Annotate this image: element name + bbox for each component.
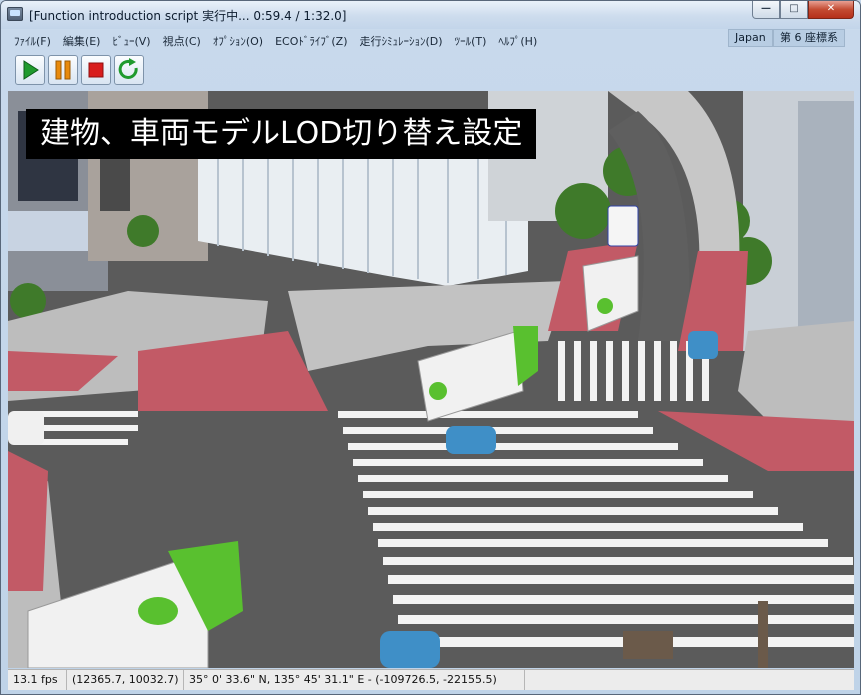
scene-render (8, 91, 854, 668)
menu-bar: ﾌｧｲﾙ(F) 編集(E) ﾋﾞｭｰ(V) 視点(C) ｵﾌﾟｼｮﾝ(O) EC… (9, 31, 544, 51)
coordinate-system-badge: 第 6 座標系 (773, 29, 845, 47)
fps-readout: 13.1 fps (8, 670, 67, 690)
loop-icon (118, 58, 138, 79)
region-badge: Japan (728, 29, 773, 47)
menu-tools[interactable]: ﾂｰﾙ(T) (450, 31, 494, 51)
scene-caption: 建物、車両モデルLOD切り替え設定 (26, 109, 537, 159)
pause-icon (55, 60, 71, 80)
playback-toolbar (15, 55, 144, 87)
pause-button[interactable] (48, 55, 78, 85)
xy-readout: (12365.7, 10032.7) (67, 670, 184, 690)
status-bar: 13.1 fps (12365.7, 10032.7) 35° 0' 33.6"… (8, 669, 854, 690)
window-title: [Function introduction script 実行中... 0:5… (29, 9, 347, 23)
play-button[interactable] (15, 55, 45, 85)
menu-options[interactable]: ｵﾌﾟｼｮﾝ(O) (208, 31, 270, 51)
menu-view[interactable]: ﾋﾞｭｰ(V) (107, 31, 157, 51)
minimize-button[interactable]: — (752, 1, 780, 19)
application-window: [Function introduction script 実行中... 0:5… (0, 0, 861, 695)
menu-help[interactable]: ﾍﾙﾌﾟ(H) (493, 31, 544, 51)
3d-scene-viewport[interactable]: 建物、車両モデルLOD切り替え設定 (8, 91, 854, 668)
menu-driving-simulation[interactable]: 走行ｼﾐｭﾚｰｼｮﾝ(D) (355, 31, 450, 51)
close-button[interactable]: ✕ (808, 1, 854, 19)
status-spacer (525, 670, 854, 690)
title-bar[interactable]: [Function introduction script 実行中... 0:5… (1, 1, 860, 29)
menu-edit[interactable]: 編集(E) (58, 31, 108, 51)
menu-eco-drive[interactable]: ECOﾄﾞﾗｲﾌﾞ(Z) (270, 31, 354, 51)
menu-file[interactable]: ﾌｧｲﾙ(F) (9, 31, 58, 51)
geo-location-readout: 35° 0' 33.6" N, 135° 45' 31.1" E - (-109… (184, 670, 525, 690)
stop-button[interactable] (81, 55, 111, 85)
window-controls: — □ ✕ (752, 1, 854, 20)
app-icon[interactable] (7, 7, 23, 21)
menu-camera[interactable]: 視点(C) (158, 31, 208, 51)
stop-icon (88, 62, 104, 78)
play-icon (23, 60, 39, 80)
maximize-button[interactable]: □ (780, 1, 808, 19)
loop-button[interactable] (114, 55, 144, 85)
